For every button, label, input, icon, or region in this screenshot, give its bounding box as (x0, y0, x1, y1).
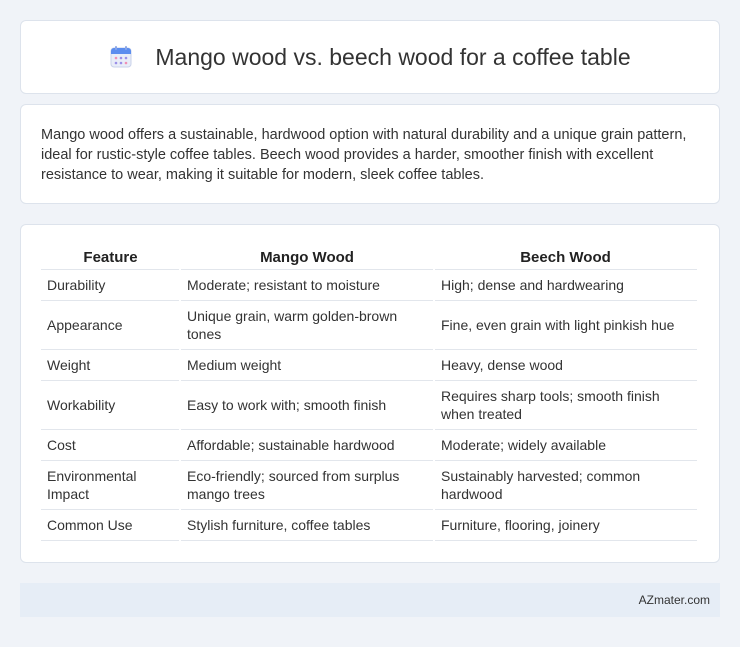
beech-cell: Sustainably harvested; common hardwood (434, 460, 697, 510)
title-card: Mango wood vs. beech wood for a coffee t… (20, 20, 720, 94)
feature-cell: Appearance (41, 300, 181, 350)
mango-cell: Stylish furniture, coffee tables (180, 509, 435, 541)
footer-site-link[interactable]: AZmater.com (639, 593, 710, 607)
beech-cell: Requires sharp tools; smooth finish when… (434, 380, 697, 430)
table-row: Weight Medium weight Heavy, dense wood (41, 349, 697, 381)
comparison-table: Feature Mango Wood Beech Wood Durability… (41, 243, 697, 541)
header-feature: Feature (41, 243, 180, 270)
header-beech-wood: Beech Wood (434, 243, 697, 270)
table-row: Workability Easy to work with; smooth fi… (41, 380, 697, 430)
footer-bar: AZmater.com (20, 583, 720, 617)
header-mango-wood: Mango Wood (180, 243, 434, 270)
table-row: Common Use Stylish furniture, coffee tab… (41, 509, 697, 541)
beech-cell: Moderate; widely available (434, 429, 697, 461)
mango-cell: Medium weight (180, 349, 435, 381)
intro-text: Mango wood offers a sustainable, hardwoo… (41, 127, 687, 183)
mango-cell: Easy to work with; smooth finish (180, 380, 435, 430)
feature-cell: Weight (41, 349, 181, 381)
mango-cell: Moderate; resistant to moisture (180, 269, 435, 301)
beech-cell: High; dense and hardwearing (434, 269, 697, 301)
intro-card: Mango wood offers a sustainable, hardwoo… (20, 104, 720, 204)
beech-cell: Fine, even grain with light pinkish hue (434, 300, 697, 350)
feature-cell: Cost (41, 429, 181, 461)
comparison-card: Feature Mango Wood Beech Wood Durability… (20, 224, 720, 563)
table-row: Environmental Impact Eco-friendly; sourc… (41, 460, 697, 510)
mango-cell: Eco-friendly; sourced from surplus mango… (180, 460, 435, 510)
table-row: Durability Moderate; resistant to moistu… (41, 269, 697, 301)
beech-cell: Heavy, dense wood (434, 349, 697, 381)
feature-cell: Workability (41, 380, 181, 430)
beech-cell: Furniture, flooring, joinery (434, 509, 697, 541)
mango-cell: Affordable; sustainable hardwood (180, 429, 435, 461)
mango-cell: Unique grain, warm golden-brown tones (180, 300, 435, 350)
calendar-icon (109, 45, 133, 69)
feature-cell: Common Use (41, 509, 181, 541)
table-row: Cost Affordable; sustainable hardwood Mo… (41, 429, 697, 461)
feature-cell: Durability (41, 269, 181, 301)
table-row: Appearance Unique grain, warm golden-bro… (41, 300, 697, 350)
feature-cell: Environmental Impact (41, 460, 181, 510)
table-header-row: Feature Mango Wood Beech Wood (41, 243, 697, 270)
page-title: Mango wood vs. beech wood for a coffee t… (155, 43, 631, 70)
